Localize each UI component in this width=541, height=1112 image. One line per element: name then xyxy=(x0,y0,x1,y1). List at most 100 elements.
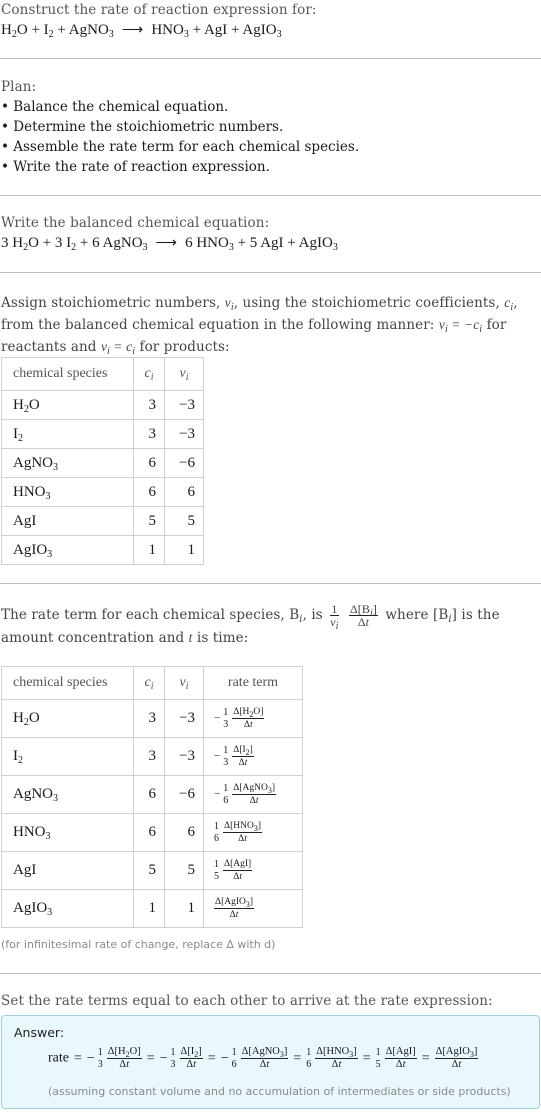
page-title: Construct the rate of reaction expressio… xyxy=(1,2,317,18)
delta-fraction: Δ[HNO3] Δt xyxy=(223,821,263,844)
rate-word: rate xyxy=(48,1050,69,1066)
nu-cell: −3 xyxy=(164,737,204,776)
rate-term-cell: 1 5 Δ[AgI] Δt xyxy=(203,851,303,890)
intro-text: for products: xyxy=(135,339,230,355)
species-cell: I2 xyxy=(1,419,134,449)
coefficient-fraction: 13 xyxy=(223,706,229,730)
delta-fraction: Δ[AgI] Δt xyxy=(384,1046,417,1070)
table-row: AgI 5 5 xyxy=(1,506,204,536)
minus-sign: − xyxy=(86,1050,95,1066)
delta-fraction: Δ[HNO3] Δt xyxy=(315,1046,358,1070)
table-row: AgIO3 1 1 xyxy=(1,535,204,565)
answer-label: Answer: xyxy=(14,1025,65,1040)
rate-expression: rate = −1 3 Δ[H2O] Δt = −1 3 Δ[I2] Δt = −1 6 Δ[AgNO3] Δ… xyxy=(48,1046,479,1070)
intro-text: Assign stoichiometric numbers, xyxy=(1,295,225,311)
nu-cell: 5 xyxy=(164,851,204,890)
coefficient-fraction: 16 xyxy=(231,1046,237,1070)
answer-intro: Set the rate terms equal to each other t… xyxy=(1,993,493,1009)
minus-sign: − xyxy=(214,712,221,725)
table-row: AgNO3 6 −6−1 6 Δ[AgNO3] Δt xyxy=(1,775,303,814)
species-cell: AgNO3 xyxy=(1,448,134,478)
stoich-intro: Assign stoichiometric numbers, νi, using… xyxy=(1,292,536,358)
coefficient-fraction: 13 xyxy=(97,1046,103,1070)
table-row: I2 3 −3 xyxy=(1,419,204,449)
species: I2 xyxy=(43,22,54,40)
coefficient-fraction: 16 xyxy=(223,782,229,806)
delta-fraction: Δ[AgI] Δt xyxy=(223,859,253,882)
c-cell: 3 xyxy=(133,699,165,738)
c-cell: 3 xyxy=(133,737,165,776)
rate-term: −1 3 Δ[I2] Δt xyxy=(159,1046,203,1070)
c-cell: 6 xyxy=(133,477,165,507)
nu-cell: −3 xyxy=(164,699,204,738)
species: AgNO3 xyxy=(68,22,114,40)
rate-term: −1 3 Δ[H2O] Δt xyxy=(86,1046,142,1070)
plan-item: • Balance the chemical equation. xyxy=(1,99,229,115)
formula: νi = −ci xyxy=(438,317,483,335)
c-cell: 1 xyxy=(133,889,165,928)
c-cell: 6 xyxy=(133,448,165,478)
plan-item: • Write the rate of reaction expression. xyxy=(1,159,270,175)
col-chemical-species: chemical species xyxy=(1,666,134,700)
delta-fraction: Δ[H2O] Δt xyxy=(232,707,265,730)
divider xyxy=(0,272,541,273)
delta-fraction: Δ[AgNO3] Δt xyxy=(240,1046,289,1070)
formula: νi = ci xyxy=(100,339,136,357)
rate-term-intro: The rate term for each chemical species,… xyxy=(1,602,500,646)
col-c-i: ci xyxy=(133,357,165,391)
intro-text: , is xyxy=(302,607,323,623)
table-row: HNO3 6 6 1 6 Δ[HNO3] Δt xyxy=(1,813,303,852)
delta-fraction: Δ[AgNO3] Δt xyxy=(232,783,276,806)
c-i-symbol: ci xyxy=(504,295,514,313)
species-cell: HNO3 xyxy=(1,477,134,507)
intro-text: The rate term for each chemical species,… xyxy=(1,607,300,623)
delta-fraction: Δ[I2] Δt xyxy=(179,1046,203,1070)
assumption-note: (assuming constant volume and no accumul… xyxy=(48,1085,511,1098)
species: 6 AgNO3 xyxy=(92,235,148,253)
rate-term-cell: 1 6 Δ[HNO3] Δt xyxy=(203,813,303,852)
rate-term-cell: −1 3 Δ[I2] Δt xyxy=(203,737,303,776)
col-c-i: ci xyxy=(133,666,165,700)
divider xyxy=(0,583,541,584)
rate-term-cell: −1 3 Δ[H2O] Δt xyxy=(203,699,303,738)
minus-sign: − xyxy=(159,1050,168,1066)
species-cell: HNO3 xyxy=(1,813,134,852)
col-rate-term: rate term xyxy=(203,666,303,700)
table-row: H2O 3 −3 xyxy=(1,390,204,420)
nu-cell: 6 xyxy=(164,813,204,852)
intro-text: where [B xyxy=(385,607,449,623)
table-row: AgIO3 1 1 Δ[AgIO3] Δt xyxy=(1,889,303,928)
nu-cell: 1 xyxy=(164,535,204,565)
col-nu-i: νi xyxy=(164,666,204,700)
rate-term-cell: −1 6 Δ[AgNO3] Δt xyxy=(203,775,303,814)
answer-box: Answer: rate = −1 3 Δ[H2O] Δt = −1 3 Δ[I2] Δt = −1 6 Δ… xyxy=(1,1015,540,1109)
divider xyxy=(0,195,541,196)
reaction-arrow-icon: ⟶ xyxy=(121,22,144,38)
coefficient-fraction: 13 xyxy=(223,744,229,768)
table-row: AgI 5 5 1 5 Δ[AgI] Δt xyxy=(1,851,303,890)
nu-cell: −3 xyxy=(164,419,204,449)
plan-title: Plan: xyxy=(1,79,37,95)
rate-term: 1 6 Δ[HNO3] Δt xyxy=(306,1046,358,1070)
species-cell: AgI xyxy=(1,506,134,536)
c-cell: 1 xyxy=(133,535,165,565)
minus-sign: − xyxy=(220,1050,229,1066)
c-cell: 3 xyxy=(133,419,165,449)
species: AgIO3 xyxy=(242,22,282,40)
nu-cell: −6 xyxy=(164,775,204,814)
rate-term-table: chemical species ci νi rate term H2O 3 −3−… xyxy=(1,666,303,928)
stoich-table: chemical species ci νi H2O 3 −3 I2 3 −3 AgNO3 6… xyxy=(1,357,204,565)
minus-sign: − xyxy=(214,750,221,763)
rate-term: 1 5 Δ[AgI] Δt xyxy=(376,1046,417,1070)
coefficient-fraction: 16 xyxy=(306,1046,312,1070)
rate-term: Δ[AgIO3] Δt xyxy=(434,1046,479,1070)
species: 3 I2 xyxy=(54,235,77,253)
coefficient-fraction: 16 xyxy=(214,820,219,844)
species: 5 AgI xyxy=(249,235,284,251)
plan-item: • Assemble the rate term for each chemic… xyxy=(1,139,360,155)
species-cell: AgIO3 xyxy=(1,889,134,928)
c-cell: 6 xyxy=(133,775,165,814)
divider xyxy=(0,58,541,59)
infinitesimal-note: (for infinitesimal rate of change, repla… xyxy=(1,938,276,951)
rate-term-cell: Δ[AgIO3] Δt xyxy=(203,889,303,928)
